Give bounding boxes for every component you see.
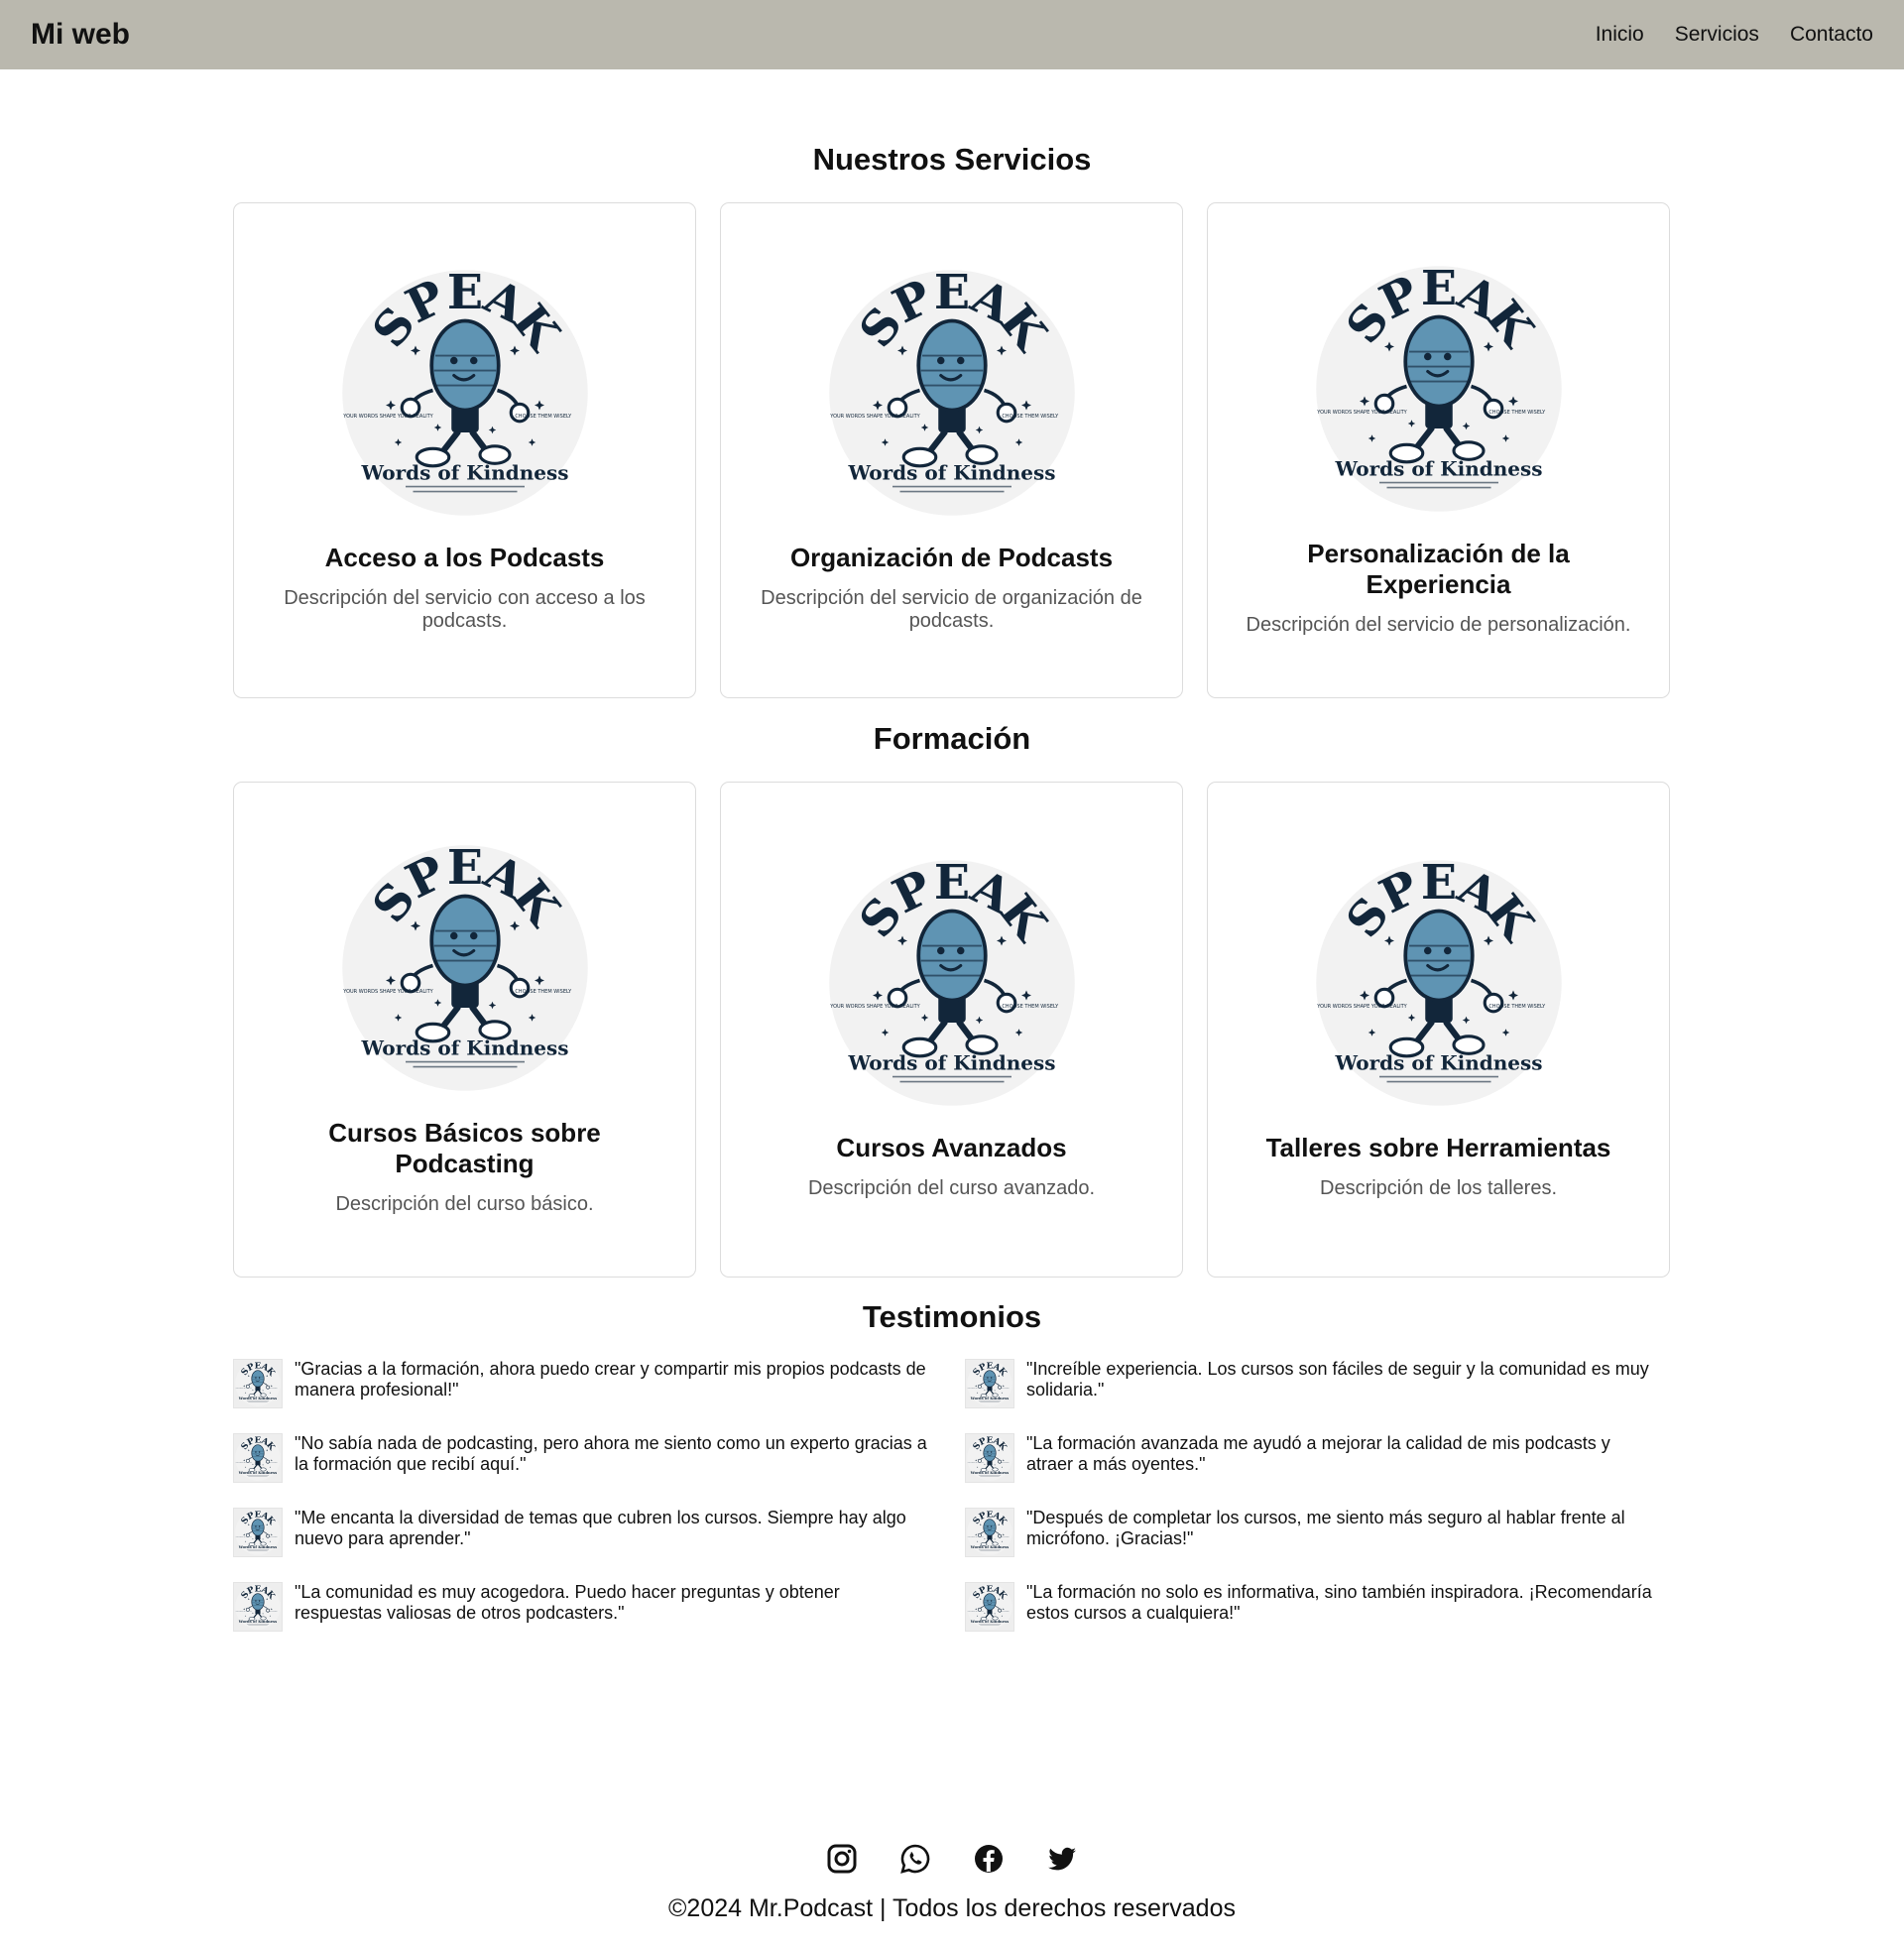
footer-copyright: ©2024 Mr.Podcast | Todos los derechos re… <box>668 1894 1236 1922</box>
svg-text:Words of Kindness: Words of Kindness <box>970 1620 1009 1624</box>
testimonial-text: "No sabía nada de podcasting, pero ahora… <box>295 1433 927 1474</box>
testimonial-item: SPEAK YOUR WORDS SHAPE YOUR REALITY CHOO… <box>965 1433 1671 1483</box>
svg-text:Words of Kindness: Words of Kindness <box>847 460 1055 484</box>
testimonial-avatar: SPEAK YOUR WORDS SHAPE YOUR REALITY CHOO… <box>233 1433 283 1483</box>
training-card-title: Cursos Básicos sobre Podcasting <box>328 1117 601 1178</box>
service-card: SPEAK YOUR WORDS SHAPE YOUR REALITY CHOO… <box>720 202 1183 698</box>
svg-text:YOUR WORDS SHAPE YOUR REALITY: YOUR WORDS SHAPE YOUR REALITY <box>342 414 433 420</box>
testimonials-title: Testimonios <box>862 1299 1042 1334</box>
svg-text:Words of Kindness: Words of Kindness <box>847 1051 1055 1075</box>
service-card-title: Acceso a los Podcasts <box>324 542 605 572</box>
main-nav: Inicio Servicios Contacto <box>1596 23 1873 47</box>
testimonial-avatar: SPEAK YOUR WORDS SHAPE YOUR REALITY CHOO… <box>965 1582 1014 1632</box>
testimonial-avatar: SPEAK YOUR WORDS SHAPE YOUR REALITY CHOO… <box>965 1433 1014 1483</box>
testimonial-text: "Gracias a la formación, ahora puedo cre… <box>295 1359 926 1400</box>
svg-text:CHOOSE THEM WISELY: CHOOSE THEM WISELY <box>1002 1004 1059 1010</box>
svg-text:Words of Kindness: Words of Kindness <box>1334 1051 1542 1075</box>
testimonial-item: SPEAK YOUR WORDS SHAPE YOUR REALITY CHOO… <box>965 1508 1671 1557</box>
service-card-desc: Descripción del servicio de personalizac… <box>1246 613 1631 636</box>
testimonials-grid: SPEAK YOUR WORDS SHAPE YOUR REALITY CHOO… <box>233 1359 1671 1632</box>
speak-logo-image: SPEAK YOUR WORDS SHAPE YOUR REALITY CHOO… <box>341 265 589 517</box>
testimonial-text: "La formación avanzada me ayudó a mejora… <box>1026 1433 1610 1474</box>
service-card-desc: Descripción del servicio con acceso a lo… <box>284 586 646 632</box>
svg-text:Words of Kindness: Words of Kindness <box>238 1397 277 1401</box>
training-card-title: Talleres sobre Herramientas <box>1265 1133 1611 1162</box>
svg-text:YOUR WORDS SHAPE YOUR REALITY: YOUR WORDS SHAPE YOUR REALITY <box>1316 410 1407 416</box>
svg-text:YOUR WORDS SHAPE YOUR REALITY: YOUR WORDS SHAPE YOUR REALITY <box>342 989 433 995</box>
speak-logo-image: SPEAK YOUR WORDS SHAPE YOUR REALITY CHOO… <box>1315 855 1563 1107</box>
svg-text:Words of Kindness: Words of Kindness <box>970 1471 1009 1475</box>
testimonial-text: "La comunidad es muy acogedora. Puedo ha… <box>295 1582 840 1623</box>
training-card: SPEAK YOUR WORDS SHAPE YOUR REALITY CHOO… <box>720 782 1183 1278</box>
services-cards: SPEAK YOUR WORDS SHAPE YOUR REALITY CHOO… <box>233 202 1671 698</box>
speak-logo-image: SPEAK YOUR WORDS SHAPE YOUR REALITY CHOO… <box>1315 261 1563 513</box>
training-card-desc: Descripción de los talleres. <box>1320 1177 1557 1199</box>
svg-text:Words of Kindness: Words of Kindness <box>970 1397 1009 1401</box>
training-card-desc: Descripción del curso básico. <box>335 1192 594 1215</box>
testimonial-text: "Después de completar los cursos, me sie… <box>1026 1508 1625 1548</box>
svg-text:CHOOSE THEM WISELY: CHOOSE THEM WISELY <box>1002 414 1059 420</box>
training-card-title: Cursos Avanzados <box>836 1133 1067 1162</box>
service-card-title: Organización de Podcasts <box>789 542 1114 572</box>
nav-link-inicio[interactable]: Inicio <box>1596 23 1644 47</box>
twitter-icon[interactable] <box>1046 1843 1078 1875</box>
testimonial-avatar: SPEAK YOUR WORDS SHAPE YOUR REALITY CHOO… <box>965 1508 1014 1557</box>
whatsapp-icon[interactable] <box>899 1843 931 1875</box>
testimonial-item: SPEAK YOUR WORDS SHAPE YOUR REALITY CHOO… <box>233 1359 965 1408</box>
svg-text:Words of Kindness: Words of Kindness <box>238 1545 277 1549</box>
testimonial-avatar: SPEAK YOUR WORDS SHAPE YOUR REALITY CHOO… <box>233 1508 283 1557</box>
facebook-icon[interactable] <box>973 1843 1005 1875</box>
training-card-desc: Descripción del curso avanzado. <box>807 1177 1096 1199</box>
svg-text:Words of Kindness: Words of Kindness <box>360 1035 568 1059</box>
svg-text:Words of Kindness: Words of Kindness <box>238 1471 277 1475</box>
svg-text:Words of Kindness: Words of Kindness <box>970 1545 1009 1549</box>
svg-text:YOUR WORDS SHAPE YOUR REALITY: YOUR WORDS SHAPE YOUR REALITY <box>1316 1004 1407 1010</box>
svg-text:YOUR WORDS SHAPE YOUR REALITY: YOUR WORDS SHAPE YOUR REALITY <box>829 414 920 420</box>
service-card-desc: Descripción del servicio de organización… <box>761 586 1142 632</box>
service-card-title: Personalización de la Experiencia <box>1307 538 1570 599</box>
testimonial-text: "Increíble experiencia. Los cursos son f… <box>1026 1359 1649 1400</box>
svg-text:CHOOSE THEM WISELY: CHOOSE THEM WISELY <box>515 989 572 995</box>
speak-logo-image: SPEAK YOUR WORDS SHAPE YOUR REALITY CHOO… <box>341 840 589 1092</box>
training-cards: SPEAK YOUR WORDS SHAPE YOUR REALITY CHOO… <box>233 782 1671 1278</box>
social-links <box>0 1843 1904 1875</box>
training-card: SPEAK YOUR WORDS SHAPE YOUR REALITY CHOO… <box>1207 782 1670 1278</box>
site-header: Mi web Inicio Servicios Contacto <box>0 0 1904 69</box>
svg-text:CHOOSE THEM WISELY: CHOOSE THEM WISELY <box>1488 410 1546 416</box>
testimonial-item: SPEAK YOUR WORDS SHAPE YOUR REALITY CHOO… <box>965 1582 1671 1632</box>
svg-text:CHOOSE THEM WISELY: CHOOSE THEM WISELY <box>515 414 572 420</box>
testimonial-item: SPEAK YOUR WORDS SHAPE YOUR REALITY CHOO… <box>233 1433 965 1483</box>
testimonial-item: SPEAK YOUR WORDS SHAPE YOUR REALITY CHOO… <box>233 1508 965 1557</box>
site-brand[interactable]: Mi web <box>31 18 130 52</box>
svg-text:Words of Kindness: Words of Kindness <box>360 460 568 484</box>
testimonial-avatar: SPEAK YOUR WORDS SHAPE YOUR REALITY CHOO… <box>233 1582 283 1632</box>
svg-text:Words of Kindness: Words of Kindness <box>238 1620 277 1624</box>
service-card: SPEAK YOUR WORDS SHAPE YOUR REALITY CHOO… <box>1207 202 1670 698</box>
training-card: SPEAK YOUR WORDS SHAPE YOUR REALITY CHOO… <box>233 782 696 1278</box>
speak-logo-image: SPEAK YOUR WORDS SHAPE YOUR REALITY CHOO… <box>828 855 1076 1107</box>
testimonial-item: SPEAK YOUR WORDS SHAPE YOUR REALITY CHOO… <box>233 1582 965 1632</box>
services-title: Nuestros Servicios <box>812 142 1092 177</box>
svg-text:CHOOSE THEM WISELY: CHOOSE THEM WISELY <box>1488 1004 1546 1010</box>
svg-text:YOUR WORDS SHAPE YOUR REALITY: YOUR WORDS SHAPE YOUR REALITY <box>829 1004 920 1010</box>
testimonial-item: SPEAK YOUR WORDS SHAPE YOUR REALITY CHOO… <box>965 1359 1671 1408</box>
nav-link-servicios[interactable]: Servicios <box>1675 23 1759 47</box>
training-title: Formación <box>873 721 1031 756</box>
nav-link-contacto[interactable]: Contacto <box>1790 23 1873 47</box>
svg-text:Words of Kindness: Words of Kindness <box>1334 456 1542 480</box>
speak-logo-image: SPEAK YOUR WORDS SHAPE YOUR REALITY CHOO… <box>828 265 1076 517</box>
testimonial-text: "Me encanta la diversidad de temas que c… <box>295 1508 906 1548</box>
testimonial-avatar: SPEAK YOUR WORDS SHAPE YOUR REALITY CHOO… <box>965 1359 1014 1408</box>
testimonial-text: "La formación no solo es informativa, si… <box>1026 1582 1652 1623</box>
instagram-icon[interactable] <box>826 1843 858 1875</box>
testimonial-avatar: SPEAK YOUR WORDS SHAPE YOUR REALITY CHOO… <box>233 1359 283 1408</box>
service-card: SPEAK YOUR WORDS SHAPE YOUR REALITY CHOO… <box>233 202 696 698</box>
